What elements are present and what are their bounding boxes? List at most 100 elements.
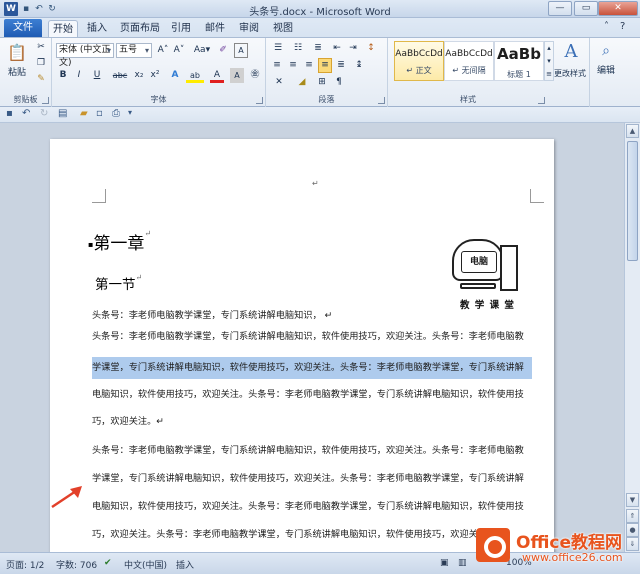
close-button[interactable]: ✕ [598,1,638,16]
tab-references[interactable]: 引用 [166,20,196,37]
scroll-up-button[interactable]: ▲ [626,124,639,138]
heading-1[interactable]: ▪第一章 ↵ [88,229,151,254]
change-styles-button[interactable]: 更改样式 [550,66,590,81]
editing-button[interactable]: 编辑 [592,64,620,79]
numbering-icon[interactable]: ☷ [290,41,306,56]
justify-icon[interactable]: ≡ [318,58,332,73]
body-line-7[interactable]: 学课堂，专门系统讲解电脑知识，软件使用技巧，欢迎关注。头条号：李老师电脑教学课堂… [92,473,532,485]
copy-icon[interactable]: ❐ [34,56,48,71]
styles-launcher-icon[interactable] [538,97,545,104]
redo-icon[interactable]: ↻ [40,108,48,119]
body-line-2[interactable]: 头条号：李老师电脑教学课堂，专门系统讲解电脑知识，软件使用技巧，欢迎关注。头条号… [92,331,532,343]
enclose-char-icon[interactable]: ㊎ [248,68,262,83]
clear-format-icon[interactable]: ✐ [216,43,230,58]
chinese-layout-icon[interactable]: ✕ [270,75,288,90]
cut-icon[interactable]: ✂ [34,40,48,55]
style-no-spacing[interactable]: AaBbCcDd ↵ 无间隔 [444,41,494,81]
align-right-icon[interactable]: ≡ [302,58,316,73]
language-status[interactable]: 中文(中国) [124,558,167,571]
char-shading-icon[interactable]: A [230,68,244,83]
style-normal[interactable]: AaBbCcDd ↵ 正文 [394,41,444,81]
sort-icon[interactable]: ↕ [364,41,378,56]
shrink-font-button[interactable]: A˅ [172,43,186,58]
style-heading-1[interactable]: AaBb 标题 1 [494,41,544,81]
body-line-1[interactable]: 头条号：李老师电脑教学课堂，专门系统讲解电脑知识， ↵ [92,310,532,322]
file-tab[interactable]: 文件 [4,19,42,37]
print-layout-icon[interactable]: ▣ [440,558,449,568]
line-spacing-icon[interactable]: ↨ [352,58,366,73]
proofing-icon[interactable]: ✔ [104,558,112,568]
document-page[interactable]: ↵ ▪第一章 ↵ 第一节 ↵ 电脑 教 学 课 堂 头条号：李老师电脑教学课堂，专门… [50,139,554,552]
distribute-icon[interactable]: ≣ [334,58,348,73]
paste-icon[interactable]: 📋 [4,40,30,66]
fullscreen-reading-icon[interactable]: ▥ [458,558,467,568]
change-case-button[interactable]: Aa▾ [192,43,212,58]
decrease-indent-icon[interactable]: ⇤ [330,41,344,56]
computer-logo: 电脑 教 学 课 堂 [452,239,530,311]
multilevel-list-icon[interactable]: ≣ [310,41,326,56]
scrollbar-thumb[interactable] [627,141,638,261]
subscript-button[interactable]: x₂ [132,68,146,83]
paragraph-launcher-icon[interactable] [378,97,385,104]
ribbon-home: 📋 粘贴 ✂ ❐ ✎ 剪贴板 宋体 (中文正文) 五号 A˄ A˅ Aa▾ ✐ … [0,37,640,107]
body-line-5[interactable]: 巧，欢迎关注。↵ [92,416,532,428]
body-line-8[interactable]: 电脑知识，软件使用技巧，欢迎关注。头条号：李老师电脑教学课堂，专门系统讲解电脑知… [92,501,532,513]
quick-print-icon[interactable]: ⎙ [112,108,120,119]
underline-button[interactable]: U [88,68,106,83]
increase-indent-icon[interactable]: ⇥ [346,41,360,56]
help-icon[interactable]: ? [620,21,625,32]
page-count[interactable]: 页面: 1/2 [6,558,44,571]
body-line-6[interactable]: 头条号：李老师电脑教学课堂，专门系统讲解电脑知识，软件使用技巧，欢迎关注。头条号… [92,445,532,457]
font-color-button[interactable]: A [210,68,224,83]
char-border-icon[interactable]: A [234,43,248,58]
grow-font-button[interactable]: A˄ [156,43,170,58]
align-center-icon[interactable]: ≡ [286,58,300,73]
previous-page-button[interactable]: ⇑ [626,509,639,523]
tab-view[interactable]: 视图 [268,20,298,37]
tab-insert[interactable]: 插入 [82,20,112,37]
strikethrough-button[interactable]: abc [110,68,130,83]
body-line-3-selected[interactable]: 学课堂，专门系统讲解电脑知识，软件使用技巧，欢迎关注。头条号：李老师电脑教学课堂… [92,357,532,379]
font-name-combo[interactable]: 宋体 (中文正文) [56,43,114,68]
minimize-button[interactable]: — [548,1,572,16]
collapse-ribbon-icon[interactable]: ˄ [604,21,609,32]
body-line-4[interactable]: 电脑知识，软件使用技巧，欢迎关注。头条号：李老师电脑教学课堂，专门系统讲解电脑知… [92,389,532,401]
print-preview-icon[interactable]: ▤ [58,108,67,119]
document-area[interactable]: ↵ ▪第一章 ↵ 第一节 ↵ 电脑 教 学 课 堂 头条号：李老师电脑教学课堂，专门… [0,123,624,552]
tab-page-layout[interactable]: 页面布局 [118,20,162,37]
paste-button[interactable]: 粘贴 [2,66,32,81]
customize-toolbar-icon[interactable]: ▾ [128,108,132,117]
superscript-button[interactable]: x² [148,68,162,83]
maximize-button[interactable]: ▭ [574,1,598,16]
new-icon[interactable]: ▫ [96,108,103,119]
undo-icon[interactable]: ↶ [22,108,30,119]
tab-review[interactable]: 审阅 [234,20,264,37]
open-icon[interactable]: ▰ [80,108,88,119]
bold-button[interactable]: B [56,68,70,83]
text-effects-button[interactable]: A [168,68,182,83]
tab-home[interactable]: 开始 [48,20,78,37]
shading-icon[interactable]: ◢ [294,75,310,90]
ribbon-tabs: 文件 开始 插入 页面布局 引用 邮件 审阅 视图 ˄ ? [0,18,640,37]
italic-button[interactable]: I [72,68,86,83]
body-line-9[interactable]: 巧，欢迎关注。头条号：李老师电脑教学课堂，专门系统讲解电脑知识，软件使用技巧，欢… [92,529,532,541]
insert-mode[interactable]: 插入 [176,558,194,571]
align-left-icon[interactable]: ≡ [270,58,284,73]
save-icon[interactable]: ▪ [6,108,13,119]
scroll-down-button[interactable]: ▼ [626,493,639,507]
vertical-scrollbar[interactable]: ▲ ▼ ⇑ ● ⇓ [624,123,640,552]
tab-mailings[interactable]: 邮件 [200,20,230,37]
word-count[interactable]: 字数: 706 [56,558,97,571]
font-launcher-icon[interactable] [256,97,263,104]
highlight-button[interactable]: ab [186,68,204,83]
bullets-icon[interactable]: ☰ [270,41,286,56]
clipboard-launcher-icon[interactable] [42,97,49,104]
format-painter-icon[interactable]: ✎ [34,72,48,87]
change-styles-icon[interactable]: A [556,40,586,64]
find-icon[interactable]: ⌕ [598,40,614,62]
paragraph-mark: ↵ [312,179,319,188]
font-size-combo[interactable]: 五号 [116,43,152,58]
heading-2[interactable]: 第一节 ↵ [95,273,142,293]
show-marks-icon[interactable]: ¶ [332,75,346,90]
borders-icon[interactable]: ⊞ [314,75,330,90]
